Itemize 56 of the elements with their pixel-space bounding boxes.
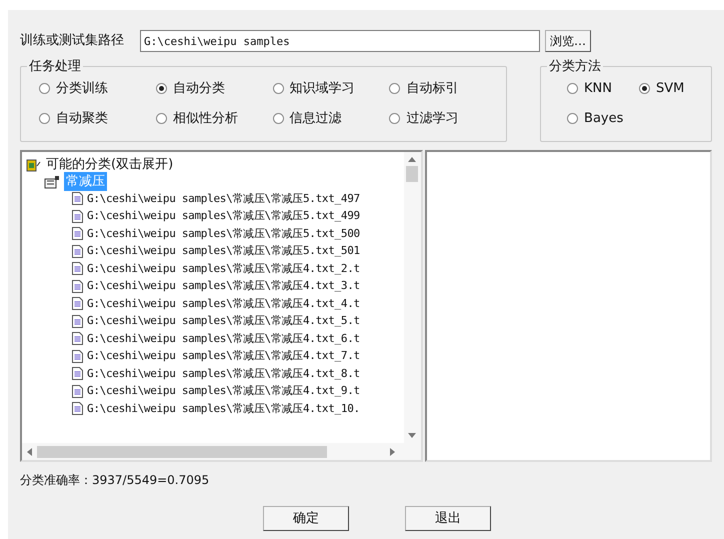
tree-item[interactable]: G:\ceshi\weipu samples\常减压\常减压5.txt_497 (87, 190, 360, 207)
document-icon (72, 332, 83, 346)
path-field[interactable]: G:\ceshi\weipu samples (140, 30, 540, 52)
horizontal-scrollbar[interactable] (22, 443, 421, 460)
scroll-thumb[interactable] (406, 166, 418, 182)
tree-item[interactable]: G:\ceshi\weipu samples\常减压\常减压4.txt_7.t (87, 348, 360, 364)
document-icon (72, 314, 83, 328)
document-icon (72, 384, 83, 398)
radio-option[interactable]: Bayes (567, 108, 640, 128)
radio-option[interactable]: 自动分类 (156, 79, 273, 98)
tree-item[interactable]: G:\ceshi\weipu samples\常减压\常减压4.txt_5.t (87, 313, 360, 330)
document-icon (72, 244, 83, 258)
tree-item[interactable]: 可能的分类(双击展开) (46, 154, 174, 174)
folder-icon (44, 174, 60, 188)
document-icon (72, 210, 83, 223)
document-icon (72, 280, 83, 293)
document-icon (72, 367, 83, 380)
radio-option[interactable]: SVM (639, 79, 711, 98)
document-icon (72, 297, 83, 310)
radio-option[interactable]: 相似性分析 (156, 108, 273, 128)
scroll-left-icon[interactable] (27, 448, 32, 456)
document-icon (72, 262, 83, 276)
path-label: 训练或测试集路径 (20, 32, 125, 50)
tree-item[interactable]: G:\ceshi\weipu samples\常减压\常减压5.txt_499 (87, 208, 360, 224)
radio-option[interactable]: 自动标引 (389, 79, 506, 98)
scroll-right-icon[interactable] (390, 448, 395, 456)
scroll-thumb[interactable] (37, 446, 327, 458)
document-icon (72, 227, 83, 240)
scroll-up-icon[interactable] (408, 157, 416, 162)
tree-item[interactable]: G:\ceshi\weipu samples\常减压\常减压4.txt_6.t (87, 330, 360, 347)
dialog-button[interactable]: 确定 (263, 506, 349, 531)
document-icon (72, 350, 83, 363)
radio-circle[interactable] (639, 83, 650, 94)
dialog-button[interactable]: 退出 (405, 506, 491, 531)
tree-item[interactable]: G:\ceshi\weipu samples\常减压\常减压4.txt_4.t (87, 296, 360, 312)
tree-item[interactable]: G:\ceshi\weipu samples\常减压\常减压5.txt_500 (87, 226, 360, 242)
tree-item[interactable]: G:\ceshi\weipu samples\常减压\常减压4.txt_3.t (87, 278, 360, 294)
radio-option[interactable]: 自动聚类 (39, 108, 156, 128)
scroll-down-icon[interactable] (408, 433, 416, 438)
tree-item[interactable]: G:\ceshi\weipu samples\常减压\常减压5.txt_501 (87, 243, 360, 260)
radio-circle[interactable] (156, 83, 167, 94)
radio-option[interactable]: 分类训练 (39, 79, 156, 98)
radio-option[interactable]: 信息过滤 (272, 108, 390, 128)
tree-item[interactable]: G:\ceshi\weipu samples\常减压\常减压4.txt_9.t (87, 383, 360, 400)
radio-option[interactable]: 过滤学习 (389, 108, 506, 128)
tree-item[interactable]: G:\ceshi\weipu samples\常减压\常减压4.txt_8.t (87, 366, 360, 382)
tree-item[interactable]: G:\ceshi\weipu samples\常减压\常减压4.txt_10. (87, 400, 360, 417)
document-icon (72, 192, 83, 206)
browse-button[interactable]: 浏览… (545, 30, 591, 52)
accuracy-text: 分类准确率：3937/5549=0.7095 (20, 472, 210, 489)
document-icon (72, 402, 83, 416)
vertical-scrollbar[interactable] (404, 152, 421, 443)
tree-item[interactable]: G:\ceshi\weipu samples\常减压\常减压4.txt_2.t (87, 260, 360, 277)
radio-option[interactable]: 知识域学习 (272, 79, 390, 98)
radio-option[interactable]: KNN (567, 79, 640, 98)
tree-root-icon (26, 158, 42, 172)
